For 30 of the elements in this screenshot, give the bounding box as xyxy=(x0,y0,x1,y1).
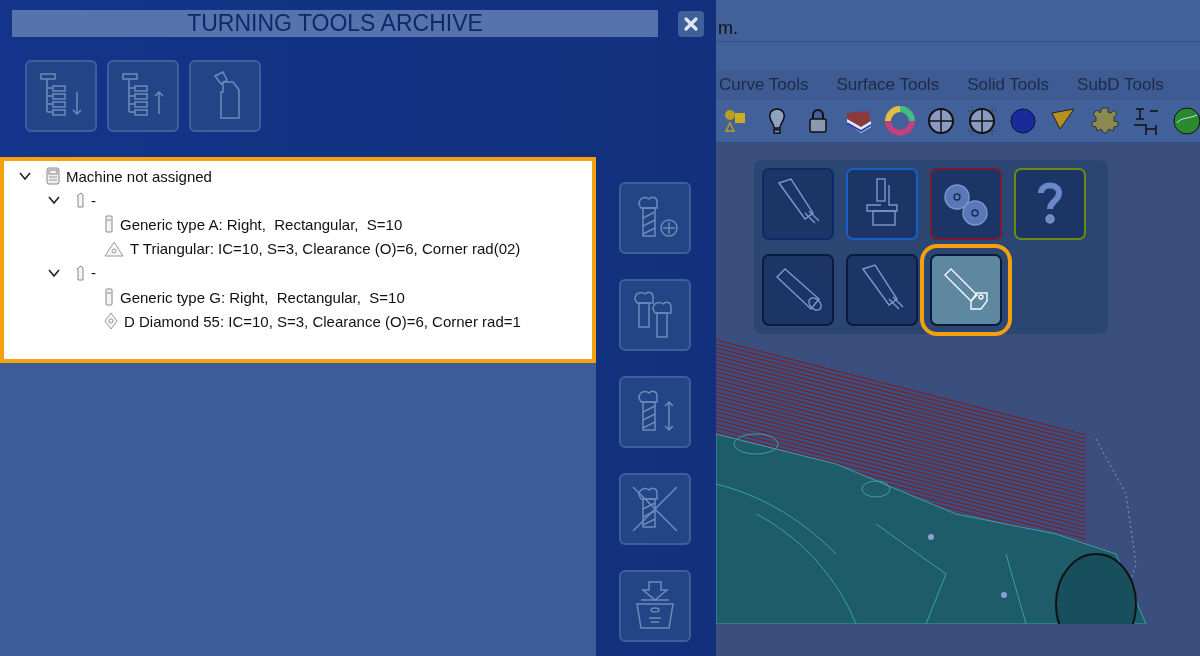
tree-item-label[interactable]: T Triangular: IC=10, S=3, Clearance (O)=6, Corner rad(02) xyxy=(130,240,521,258)
globe-icon[interactable] xyxy=(1171,105,1200,137)
mill-machine-button[interactable] xyxy=(846,168,918,240)
cone-button[interactable] xyxy=(846,254,918,326)
tool-icon xyxy=(104,288,114,307)
tree-item-label[interactable]: Machine not assigned xyxy=(66,167,212,185)
close-button[interactable] xyxy=(678,10,704,37)
machine-icon xyxy=(46,167,60,186)
tree-item-label[interactable]: Generic type G: Right, Rectangular, S=10 xyxy=(120,288,405,306)
window-title: TURNING TOOLS ARCHIVE xyxy=(12,10,658,37)
sphere-grid-icon[interactable] xyxy=(966,105,998,137)
tool-icon xyxy=(104,215,114,234)
tree-item-label[interactable]: Generic type A: Right, Rectangular, S=10 xyxy=(120,215,403,233)
tree-item-label[interactable]: - xyxy=(91,264,96,282)
color-wheel-icon[interactable] xyxy=(884,105,916,137)
cone-tool-button[interactable] xyxy=(762,168,834,240)
tree-item-label[interactable]: - xyxy=(91,191,96,209)
help-button[interactable] xyxy=(1014,168,1086,240)
command-line-text: m. xyxy=(718,18,738,39)
tree-item-label[interactable]: D Diamond 55: IC=10, S=3, Clearance (O)=6, Corner rad=1 xyxy=(124,312,521,330)
gear-icon[interactable] xyxy=(1089,105,1121,137)
holder-icon xyxy=(75,264,85,281)
sphere-icon[interactable] xyxy=(1007,105,1039,137)
gears-button[interactable] xyxy=(930,168,1002,240)
sphere-wire-icon[interactable] xyxy=(925,105,957,137)
diamond-icon xyxy=(104,312,118,331)
cylinder-button[interactable] xyxy=(762,254,834,326)
close-icon xyxy=(683,15,699,32)
triangle-icon xyxy=(104,240,124,257)
holder-icon xyxy=(75,192,85,209)
